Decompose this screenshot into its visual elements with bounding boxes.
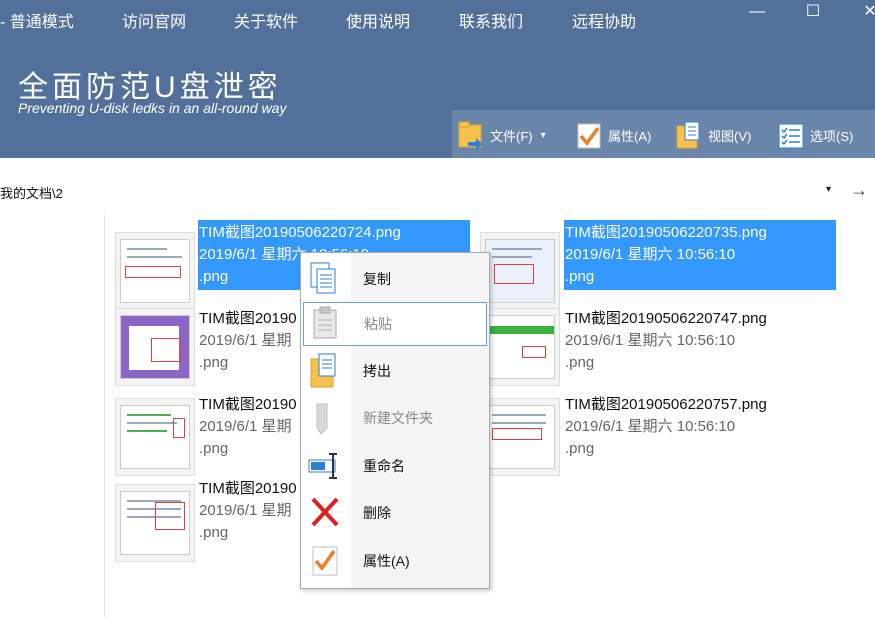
file-date: 2019/6/1 星期六 10:56:10 (565, 246, 736, 263)
ctx-export-label: 拷出 (363, 363, 391, 379)
menu-bar: - 普通模式 访问官网 关于软件 使用说明 联系我们 远程协助 — ☐ ✕ (0, 0, 875, 36)
options-button[interactable]: 选项(S) (778, 120, 853, 150)
checkmark-icon (576, 120, 602, 150)
ctx-paste[interactable]: 粘贴 (303, 302, 487, 346)
copy-icon (303, 259, 349, 299)
ctx-properties-label: 属性(A) (363, 553, 410, 569)
view-button[interactable]: 视图(V) (676, 120, 751, 150)
context-menu: 复制 粘贴 拷出 新建文件夹 重命名 删除 属性(A) (300, 252, 490, 589)
options-label: 选项(S) (810, 128, 854, 144)
file-date: 2019/6/1 星期六 10:56:10 (565, 332, 736, 349)
export-folder-icon (303, 351, 349, 391)
ctx-new-folder[interactable]: 新建文件夹 (303, 396, 487, 440)
file-menu-label: 文件(F) (490, 128, 533, 144)
menu-visit-website[interactable]: 访问官网 (122, 8, 186, 32)
ctx-export[interactable]: 拷出 (303, 349, 487, 393)
menu-about[interactable]: 关于软件 (234, 8, 298, 32)
file-thumbnail[interactable] (115, 232, 195, 310)
file-ext: .png (565, 354, 595, 371)
properties-label: 属性(A) (608, 128, 652, 144)
toolbar: 文件(F) ▾ 属性(A) 视图(V) 选项(S) (452, 110, 875, 158)
ctx-properties[interactable]: 属性(A) (303, 539, 487, 583)
path-dropdown-icon[interactable]: ▾ (826, 184, 831, 195)
close-button[interactable]: ✕ (855, 2, 875, 22)
maximize-button[interactable]: ☐ (798, 2, 828, 22)
file-name: TIM截图20190506220757.png (565, 396, 767, 413)
view-folder-icon (676, 120, 702, 150)
path-bar: 我的文档\2 ▾ → (0, 178, 875, 206)
file-name: TIM截图20190506220747.png (565, 310, 767, 327)
minimize-button[interactable]: — (742, 2, 772, 22)
pane-divider (104, 214, 105, 617)
new-folder-icon (303, 398, 349, 438)
ctx-rename-label: 重命名 (363, 458, 405, 474)
file-name: TIM截图20190506220724.png (199, 224, 401, 241)
file-ext: .png (565, 440, 595, 457)
rename-icon (303, 446, 349, 486)
checklist-icon (778, 120, 804, 150)
path-input[interactable]: 我的文档\2 (0, 183, 63, 202)
menu-remote-assist[interactable]: 远程协助 (572, 8, 636, 32)
properties-button[interactable]: 属性(A) (576, 120, 651, 150)
mode-label[interactable]: - 普通模式 (0, 8, 74, 32)
checkmark-icon (303, 541, 349, 581)
view-label: 视图(V) (708, 128, 752, 144)
file-item[interactable]: TIM截图20190506220735.png 2019/6/1 星期六 10:… (564, 220, 836, 290)
file-item[interactable]: TIM截图20190506220747.png 2019/6/1 星期六 10:… (564, 306, 836, 376)
delete-x-icon (303, 493, 349, 533)
file-ext: .png (565, 268, 595, 285)
ctx-delete[interactable]: 删除 (303, 491, 487, 535)
folder-arrow-icon (458, 120, 484, 150)
menu-contact[interactable]: 联系我们 (459, 8, 523, 32)
file-thumbnail[interactable] (115, 398, 195, 476)
ctx-copy-label: 复制 (363, 271, 391, 287)
menu-help[interactable]: 使用说明 (346, 8, 410, 32)
app-header: - 普通模式 访问官网 关于软件 使用说明 联系我们 远程协助 — ☐ ✕ 全面… (0, 0, 875, 158)
ctx-new-folder-label: 新建文件夹 (363, 410, 433, 426)
file-date: 2019/6/1 星期六 10:56:10 (565, 418, 736, 435)
file-thumbnail[interactable] (115, 484, 195, 562)
file-thumbnail[interactable] (480, 398, 560, 476)
ctx-copy[interactable]: 复制 (303, 257, 487, 301)
file-name: TIM截图20190506220735.png (565, 224, 767, 241)
file-thumbnail[interactable] (480, 232, 560, 310)
app-subtitle: Preventing U-disk ledks in an all-round … (18, 100, 287, 116)
clipboard-icon (304, 304, 350, 344)
ctx-delete-label: 删除 (363, 505, 391, 521)
file-item[interactable]: TIM截图20190506220757.png 2019/6/1 星期六 10:… (564, 392, 836, 462)
ctx-paste-label: 粘贴 (364, 316, 392, 332)
ctx-rename[interactable]: 重命名 (303, 444, 487, 488)
file-thumbnail[interactable] (480, 308, 560, 386)
chevron-down-icon: ▾ (540, 129, 546, 141)
file-thumbnail[interactable] (115, 308, 195, 386)
file-menu-button[interactable]: 文件(F) ▾ (458, 120, 546, 150)
go-arrow-icon[interactable]: → (850, 180, 868, 201)
